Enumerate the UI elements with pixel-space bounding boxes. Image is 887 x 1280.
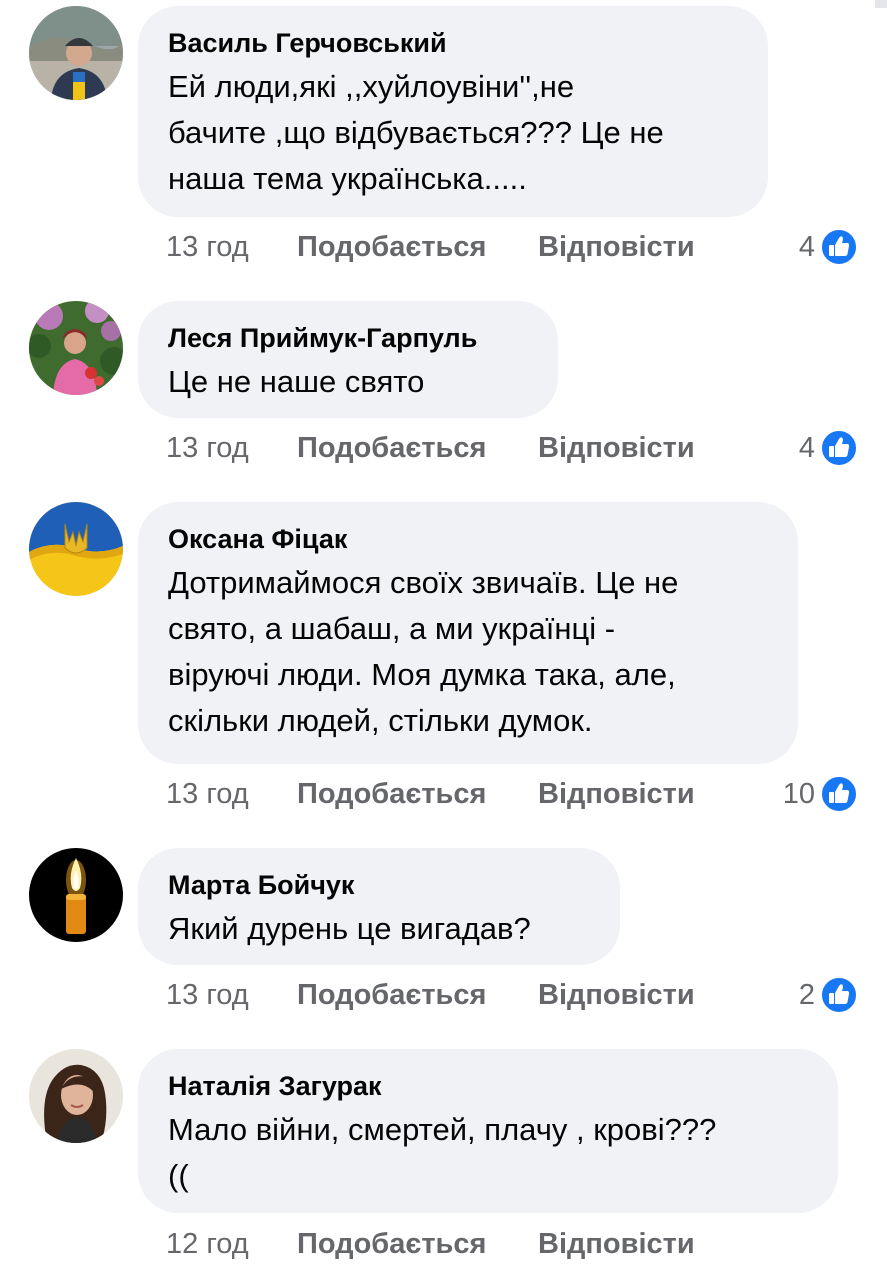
reply-button[interactable]: Відповісти	[538, 1228, 695, 1261]
comment-text-line: Ей люди,які ,,хуйлоувіни'',не	[168, 69, 575, 104]
comment-timestamp[interactable]: 13 год	[166, 432, 297, 465]
comment-text-line: бачите ,що відбувається??? Це не	[168, 115, 664, 150]
avatar[interactable]	[29, 301, 123, 395]
reaction-summary[interactable]: 2	[799, 975, 858, 1015]
like-button[interactable]: Подобається	[297, 1228, 538, 1261]
thumbs-up-icon	[820, 228, 858, 266]
comment-author[interactable]: Наталія Загурак	[168, 1069, 808, 1103]
avatar[interactable]	[29, 848, 123, 942]
avatar-photo-woman-flowers	[29, 301, 123, 395]
comment-author[interactable]: Марта Бойчук	[168, 868, 590, 902]
comment-text-line: скільки людей, стільки думок.	[168, 703, 593, 738]
comment-text: Ей люди,які ,,хуйлоувіни'',не бачите ,що…	[168, 64, 738, 202]
comment-text: Це не наше свято	[168, 359, 528, 405]
comment-author[interactable]: Оксана Фіцак	[168, 522, 768, 556]
comment-author[interactable]: Леся Приймук-Гарпуль	[168, 321, 528, 355]
like-button[interactable]: Подобається	[297, 979, 538, 1012]
comment-text-line: Який дурень це вигадав?	[168, 911, 531, 946]
reaction-count: 4	[798, 230, 815, 263]
comment-text-line: Дотримаймося своїх звичаїв. Це не	[168, 565, 679, 600]
comment-text-line: Це не наше свято	[168, 364, 425, 399]
comment-actions: 13 год Подобається Відповісти	[166, 975, 695, 1015]
avatar-photo-man	[29, 6, 123, 100]
comment-text-line: ((	[168, 1158, 189, 1193]
reply-button[interactable]: Відповісти	[538, 979, 695, 1012]
comment-actions: 13 год Подобається Відповісти	[166, 774, 695, 814]
comment-timestamp[interactable]: 12 год	[166, 1228, 297, 1261]
avatar-photo-woman	[29, 1049, 123, 1143]
comment-actions: 13 год Подобається Відповісти	[166, 227, 695, 267]
avatar[interactable]	[29, 502, 123, 596]
comment-timestamp[interactable]: 13 год	[166, 231, 297, 264]
comment-author[interactable]: Василь Герчовський	[168, 26, 738, 60]
thumbs-up-icon	[820, 976, 858, 1014]
comment-text: Який дурень це вигадав?	[168, 906, 590, 952]
comment-text-line: віруючі люди. Моя думка така, але,	[168, 657, 676, 692]
reply-button[interactable]: Відповісти	[538, 778, 695, 811]
comment-actions: 13 год Подобається Відповісти	[166, 428, 695, 468]
reaction-count: 4	[798, 431, 815, 464]
comment-text: Мало війни, смертей, плачу , крові??? ((	[168, 1107, 808, 1199]
reaction-summary[interactable]: 4	[799, 428, 858, 468]
comment-bubble: Наталія Загурак Мало війни, смертей, пла…	[138, 1049, 838, 1213]
comment-bubble: Леся Приймук-Гарпуль Це не наше свято	[138, 301, 558, 418]
comment-text-line: наша тема українська.....	[168, 161, 527, 196]
reaction-summary[interactable]: 10	[783, 774, 858, 814]
thumbs-up-icon	[820, 429, 858, 467]
comment-text-line: свято, а шабаш, а ми українці -	[168, 611, 616, 646]
avatar[interactable]	[29, 1049, 123, 1143]
like-button[interactable]: Подобається	[297, 778, 538, 811]
comment-bubble: Оксана Фіцак Дотримаймося своїх звичаїв.…	[138, 502, 798, 764]
reaction-count: 10	[782, 777, 815, 810]
reaction-summary[interactable]: 4	[799, 227, 858, 267]
comment-text: Дотримаймося своїх звичаїв. Це не свято,…	[168, 560, 768, 744]
candle-icon	[29, 848, 123, 942]
comment-text-line: Мало війни, смертей, плачу , крові???	[168, 1112, 717, 1147]
avatar[interactable]	[29, 6, 123, 100]
reply-button[interactable]: Відповісти	[538, 231, 695, 264]
reaction-count: 2	[798, 978, 815, 1011]
comment-timestamp[interactable]: 13 год	[166, 979, 297, 1012]
like-button[interactable]: Подобається	[297, 231, 538, 264]
avatar-ukraine-flag	[29, 502, 123, 596]
comment-bubble: Марта Бойчук Який дурень це вигадав?	[138, 848, 620, 965]
comment-actions: 12 год Подобається Відповісти	[166, 1224, 695, 1264]
like-button[interactable]: Подобається	[297, 432, 538, 465]
thumbs-up-icon	[820, 775, 858, 813]
comment-bubble: Василь Герчовський Ей люди,які ,,хуйлоув…	[138, 6, 768, 217]
comment-timestamp[interactable]: 13 год	[166, 778, 297, 811]
reply-button[interactable]: Відповісти	[538, 432, 695, 465]
